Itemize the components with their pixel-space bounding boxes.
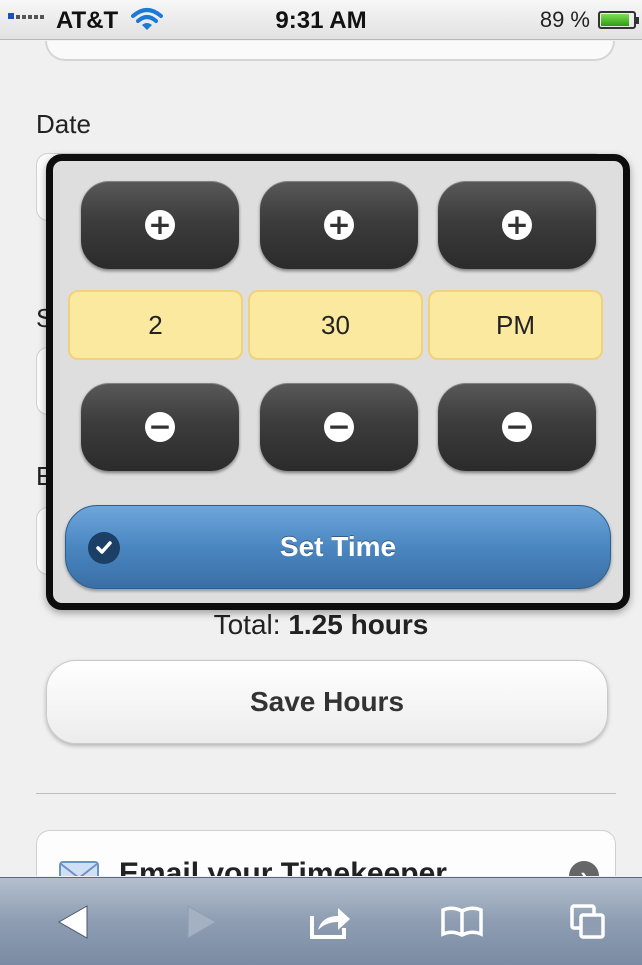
plus-icon: + xyxy=(502,210,532,240)
battery-percent: 89 % xyxy=(539,7,590,32)
set-time-button[interactable]: Set Time xyxy=(65,505,611,589)
hour-increment-button[interactable]: + xyxy=(81,181,239,269)
bookmarks-icon[interactable] xyxy=(437,902,487,942)
status-bar: AT&T 9:31 AM 89 % xyxy=(0,0,642,40)
previous-field-edge xyxy=(45,41,615,61)
hour-decrement-button[interactable]: − xyxy=(81,383,239,471)
envelope-icon xyxy=(59,861,99,876)
minus-icon: − xyxy=(145,412,175,442)
chevron-right-icon: › xyxy=(569,861,599,876)
time-picker-popup: + + + 2 30 PM − − − Set Time xyxy=(46,154,630,610)
tabs-icon[interactable] xyxy=(566,902,610,942)
email-link-label: Email your Timekeeper xyxy=(119,857,447,876)
browser-toolbar xyxy=(0,877,642,965)
ampm-value[interactable]: PM xyxy=(428,290,603,360)
ampm-increment-button[interactable]: + xyxy=(438,181,596,269)
total-value: 1.25 hours xyxy=(288,609,429,640)
plus-icon: + xyxy=(145,210,175,240)
minus-icon: − xyxy=(324,412,354,442)
minute-increment-button[interactable]: + xyxy=(260,181,418,269)
plus-icon: + xyxy=(324,210,354,240)
share-icon[interactable] xyxy=(305,902,355,942)
hour-value[interactable]: 2 xyxy=(68,290,243,360)
date-label: Date xyxy=(36,109,91,139)
set-time-label: Set Time xyxy=(279,531,397,562)
minus-icon: − xyxy=(502,412,532,442)
back-icon[interactable] xyxy=(52,902,92,942)
divider xyxy=(36,793,616,794)
battery-fill xyxy=(601,14,630,26)
checkmark-icon xyxy=(88,532,120,564)
email-timekeeper-link[interactable]: Email your Timekeeper › xyxy=(36,830,616,876)
ampm-decrement-button[interactable]: − xyxy=(438,383,596,471)
minute-decrement-button[interactable]: − xyxy=(260,383,418,471)
total-prefix: Total: xyxy=(213,609,281,640)
total-hours: Total: 1.25 hours xyxy=(0,609,642,641)
battery-icon xyxy=(598,11,639,29)
save-hours-button[interactable]: Save Hours xyxy=(46,660,608,744)
forward-icon[interactable] xyxy=(183,902,223,942)
minute-value[interactable]: 30 xyxy=(248,290,423,360)
